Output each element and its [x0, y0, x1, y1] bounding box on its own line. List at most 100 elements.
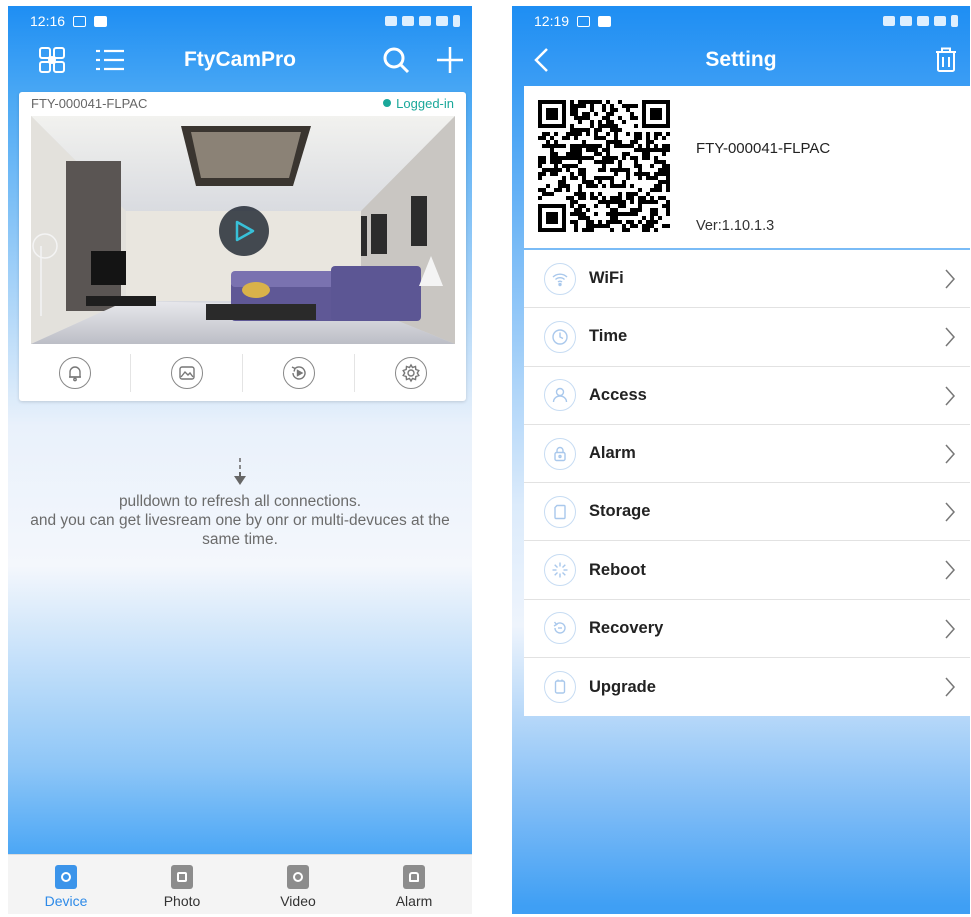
back-button[interactable]: [524, 42, 560, 78]
setting-screen: 12:19 Setting FTY-000041-FLPAC Ver:1.10.…: [512, 6, 970, 914]
device-card[interactable]: FTY-000041-FLPAC Logged-in: [19, 92, 466, 401]
menu-label: Upgrade: [589, 677, 656, 696]
chevron-right-icon: [945, 386, 956, 406]
menu-label: Storage: [589, 502, 651, 521]
menu-item-upgrade[interactable]: Upgrade: [524, 658, 970, 716]
search-icon: [383, 47, 410, 74]
volte-icon: [419, 16, 431, 26]
device-id: FTY-000041-FLPAC: [31, 95, 148, 111]
device-toolbar: [19, 346, 466, 400]
mute-icon: [883, 16, 895, 26]
page-title: Setting: [705, 48, 777, 71]
status-bar: 12:19: [512, 6, 970, 36]
status-time: 12:19: [534, 13, 570, 29]
playback-icon: [291, 366, 306, 380]
play-icon: [235, 220, 255, 242]
menu-item-access[interactable]: Access: [524, 367, 970, 425]
menu-label: Alarm: [589, 444, 636, 463]
hint-line-2: and you can get livesream one by onr or …: [30, 512, 450, 529]
settings-tool-button[interactable]: [355, 354, 466, 392]
menu-item-reboot[interactable]: Reboot: [524, 541, 970, 600]
chevron-right-icon: [945, 327, 956, 347]
menu-item-alarm[interactable]: Alarm: [524, 425, 970, 484]
tab-label: Alarm: [395, 893, 433, 909]
cell-signal-icon: [934, 16, 946, 26]
alarm-tool-button[interactable]: [19, 354, 131, 392]
gallery-notification-icon: [73, 15, 87, 27]
delete-device-button[interactable]: [928, 42, 964, 78]
multi-view-button[interactable]: [34, 42, 70, 78]
device-qr-code: [538, 100, 670, 232]
wifi-icon: [552, 273, 568, 286]
menu-label: Recovery: [589, 618, 664, 637]
menu-label: Reboot: [589, 560, 646, 579]
chevron-right-icon: [945, 560, 956, 580]
camera-device-icon: [55, 865, 77, 889]
clock-icon: [552, 329, 568, 345]
image-icon: [178, 366, 195, 380]
menu-label: Access: [589, 385, 647, 404]
volte-icon: [917, 16, 929, 26]
menu-item-wifi[interactable]: WiFi: [524, 250, 970, 309]
chevron-right-icon: [945, 677, 956, 697]
alarm-icon: [403, 865, 425, 889]
chevron-right-icon: [945, 619, 956, 639]
tab-device[interactable]: Device: [8, 855, 124, 914]
tab-label: Device: [44, 893, 88, 909]
wifi-signal-icon: [900, 16, 912, 26]
app-notification-icon: [94, 15, 108, 27]
chevron-right-icon: [945, 502, 956, 522]
wifi-signal-icon: [402, 16, 414, 26]
reboot-icon: [552, 562, 568, 578]
hint-line-3: same time.: [202, 531, 278, 548]
list-view-button[interactable]: [92, 42, 128, 78]
alarm-lock-icon: [554, 446, 566, 461]
recovery-icon: [553, 621, 566, 635]
playback-tool-button[interactable]: [243, 354, 355, 392]
camera-preview[interactable]: [31, 116, 455, 344]
tab-photo[interactable]: Photo: [124, 855, 240, 914]
search-button[interactable]: [378, 42, 414, 78]
play-button[interactable]: [219, 206, 269, 256]
gear-icon: [401, 363, 420, 383]
app-notification-icon: [598, 15, 612, 27]
menu-item-recovery[interactable]: Recovery: [524, 600, 970, 659]
settings-menu: WiFi Time Access Alarm Storage Reboot Re…: [524, 250, 970, 717]
upgrade-icon: [554, 679, 566, 694]
photo-icon: [171, 865, 193, 889]
app-bar: Setting: [512, 36, 970, 84]
status-text: Logged-in: [396, 95, 454, 111]
plus-icon: [437, 47, 463, 73]
trash-icon: [936, 47, 956, 72]
menu-item-time[interactable]: Time: [524, 308, 970, 367]
grid-view-icon: [39, 47, 65, 73]
menu-label: Time: [589, 327, 628, 346]
device-id: FTY-000041-FLPAC: [696, 140, 831, 157]
status-badge: Logged-in: [383, 96, 454, 111]
tab-label: Photo: [163, 893, 201, 909]
photo-tool-button[interactable]: [131, 354, 243, 392]
device-list-screen: 12:16 FtyCamPro FTY-000041-FLPAC Logged-…: [8, 6, 472, 914]
device-info-panel: FTY-000041-FLPAC Ver:1.10.1.3: [524, 86, 970, 248]
user-icon: [552, 388, 568, 403]
firmware-version: Ver:1.10.1.3: [696, 218, 775, 234]
status-bar: 12:16: [8, 6, 472, 36]
chevron-right-icon: [945, 444, 956, 464]
add-device-button[interactable]: [432, 42, 468, 78]
bell-icon: [68, 366, 81, 382]
battery-icon: [453, 15, 460, 27]
mute-icon: [385, 16, 397, 26]
refresh-hint: pulldown to refresh all connections. and…: [8, 458, 472, 549]
chevron-right-icon: [945, 269, 956, 289]
app-bar: FtyCamPro: [8, 36, 472, 84]
menu-item-storage[interactable]: Storage: [524, 483, 970, 542]
gallery-notification-icon: [577, 15, 591, 27]
tab-label: Video: [280, 893, 316, 909]
online-dot-icon: [383, 99, 392, 107]
menu-label: WiFi: [589, 269, 624, 288]
tab-video[interactable]: Video: [240, 855, 356, 914]
list-icon: [96, 49, 124, 71]
tab-alarm[interactable]: Alarm: [356, 855, 472, 914]
hint-line-1: pulldown to refresh all connections.: [118, 493, 362, 510]
chevron-left-icon: [534, 48, 548, 72]
